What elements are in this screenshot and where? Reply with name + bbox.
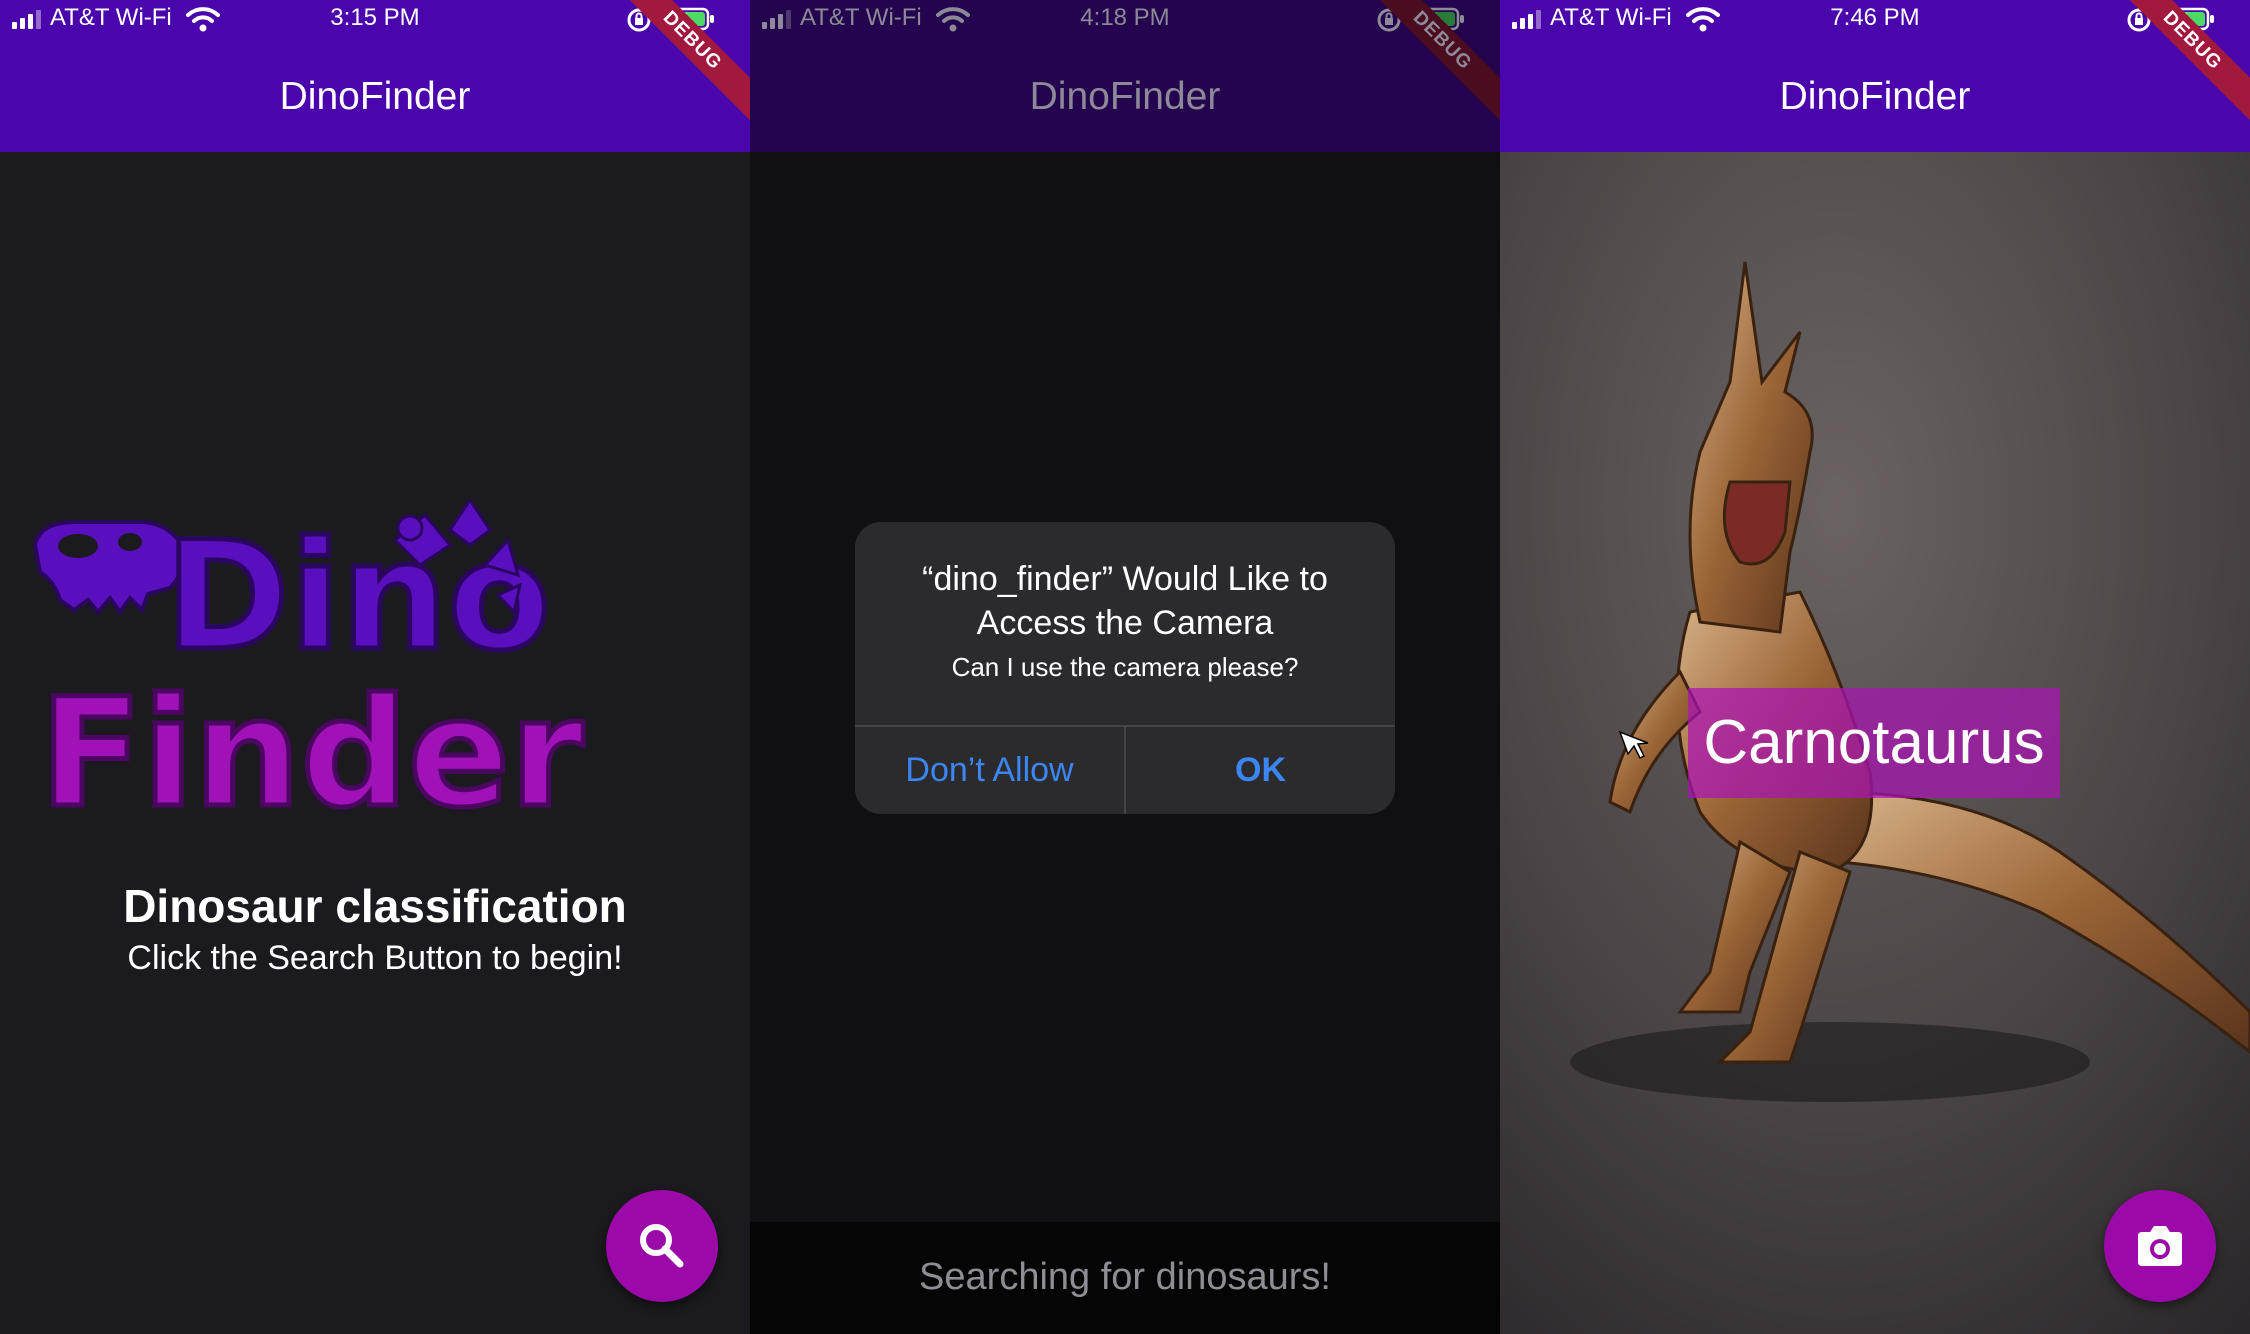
app-title: DinoFinder [1779, 75, 1971, 118]
prediction-label: Carnotaurus [1703, 708, 2045, 777]
app-bar: AT&T Wi-Fi 4:18 PM DinoFinder DEBUG [750, 0, 1500, 152]
dont-allow-button[interactable]: Don’t Allow [855, 727, 1124, 814]
dino-finder-logo: Dino Finder [32, 500, 586, 830]
logo-dino-text: Dino [165, 510, 551, 684]
camera-fab-button[interactable] [2104, 1190, 2216, 1302]
dialog-title: “dino_finder” Would Like to Access the C… [922, 560, 1328, 642]
search-fab-button[interactable] [606, 1190, 718, 1302]
home-screen: AT&T Wi-Fi 3:15 PM DinoFinder DEBUG Dino… [0, 0, 750, 1334]
searching-status-text: Searching for dinosaurs! [919, 1256, 1331, 1298]
subline: Click the Search Button to begin! [127, 939, 623, 977]
app-bar: AT&T Wi-Fi 3:15 PM DinoFinder DEBUG [0, 0, 750, 152]
app-bar: AT&T Wi-Fi 7:46 PM DinoFinder DEBUG [1500, 0, 2250, 152]
headline: Dinosaur classification [123, 880, 627, 932]
result-screen: AT&T Wi-Fi 7:46 PM DinoFinder DEBUG Carn… [1500, 0, 2250, 1334]
dino-skull-icon [32, 520, 185, 616]
camera-permission-dialog: “dino_finder” Would Like to Access the C… [855, 522, 1395, 814]
app-title: DinoFinder [279, 75, 471, 118]
dialog-message: Can I use the camera please? [951, 652, 1299, 682]
logo-finder-text: Finder [40, 667, 584, 830]
app-title: DinoFinder [1029, 75, 1221, 118]
ok-button[interactable]: OK [1126, 727, 1395, 814]
permission-screen: AT&T Wi-Fi 4:18 PM DinoFinder DEBUG “din… [750, 0, 1500, 1334]
camera-icon [2138, 1226, 2182, 1266]
search-icon [640, 1224, 684, 1268]
